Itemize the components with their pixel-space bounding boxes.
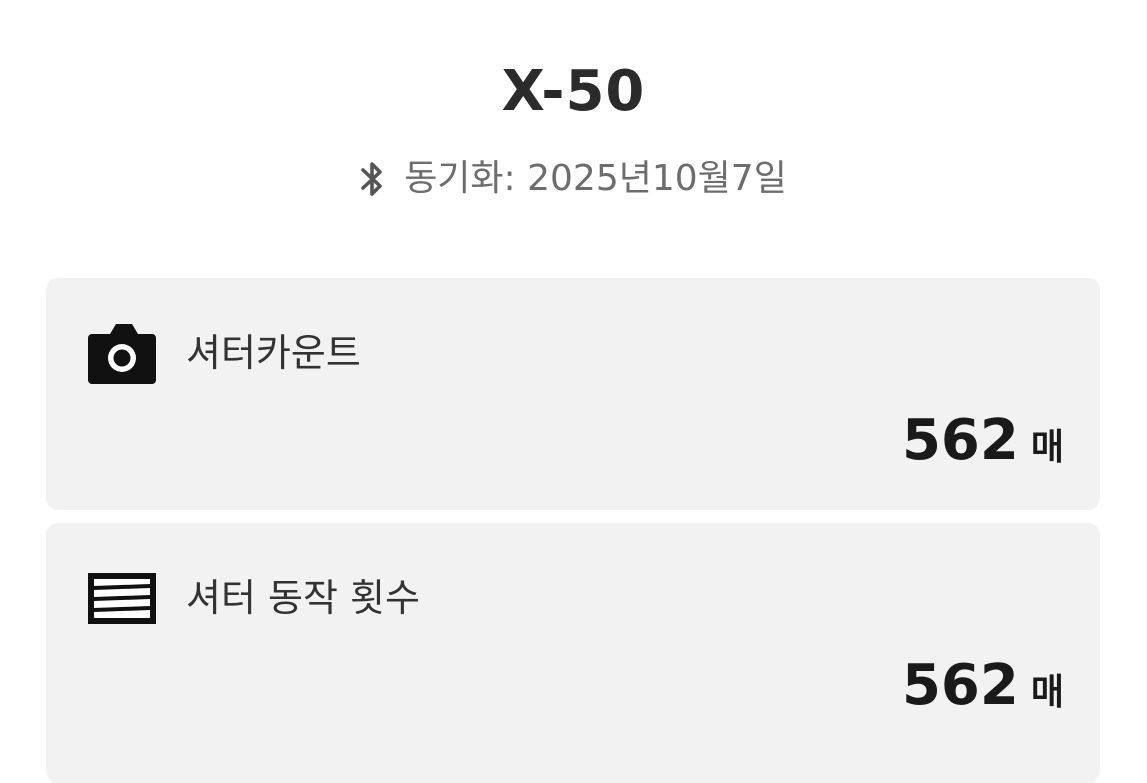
value-number: 562 <box>901 653 1019 718</box>
shutter-count-value: 562 매 <box>902 406 1064 483</box>
card-label: 셔터 동작 횟수 <box>186 576 420 620</box>
sync-status: 동기화: 2025년10월7일 <box>0 155 1147 203</box>
bluetooth-icon <box>361 162 382 196</box>
shutter-count-card[interactable]: 셔터카운트 562 매 <box>46 278 1100 510</box>
camera-icon <box>88 324 156 384</box>
value-unit: 매 <box>1030 672 1064 713</box>
sync-text: 동기화: 2025년10월7일 <box>404 158 787 199</box>
device-title: X-50 <box>501 59 646 124</box>
shutter-actuation-value: 562 매 <box>902 651 1064 728</box>
shutter-actuation-card[interactable]: 셔터 동작 횟수 562 매 <box>46 523 1100 783</box>
value-number: 562 <box>901 408 1019 473</box>
card-label: 셔터카운트 <box>186 331 361 375</box>
shutter-icon <box>88 573 156 624</box>
value-unit: 매 <box>1030 427 1064 468</box>
